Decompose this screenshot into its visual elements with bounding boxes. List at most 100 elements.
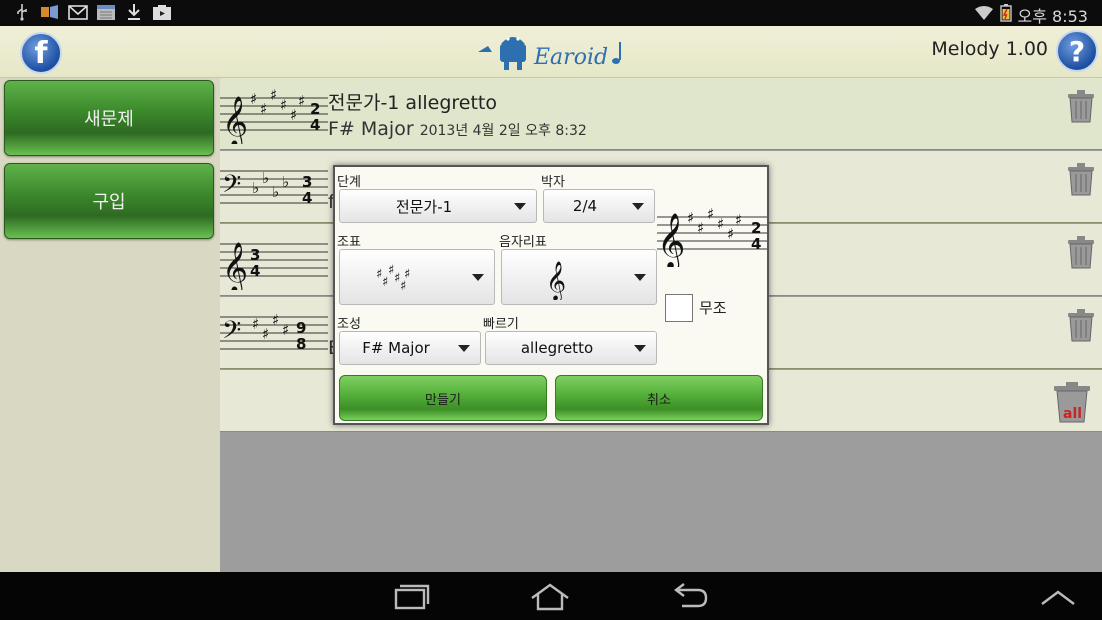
trash-icon[interactable] [1066, 161, 1096, 197]
tempo-value: allegretto [520, 339, 594, 357]
clef-label: 음자리표 [499, 235, 547, 250]
svg-text:Earoid: Earoid [533, 45, 608, 70]
staff-preview-icon: 𝄞 ♯♯♯♯♯♯ 2 4 [657, 205, 767, 267]
recent-apps-icon[interactable] [388, 582, 432, 612]
cancel-label: 취소 [647, 392, 671, 408]
svg-text:8: 8 [296, 335, 306, 353]
svg-text:♭: ♭ [262, 169, 269, 187]
download-icon [124, 3, 144, 21]
item-subtitle: F# Major 2013년 4월 2일 오후 8:32 [328, 118, 587, 140]
bass-staff-icon: 𝄢 ♭♭♭♭ 3 4 [220, 169, 328, 207]
tempo-dropdown[interactable]: allegretto [485, 331, 657, 365]
svg-text:♯: ♯ [735, 211, 742, 229]
time-signature-dropdown[interactable]: 2/4 [543, 189, 655, 223]
time-signature-value: 2/4 [572, 197, 598, 215]
list-empty-area [220, 432, 1102, 572]
svg-text:♯: ♯ [697, 219, 704, 237]
level-value: 전문가-1 [395, 197, 453, 216]
tempo-label: 빠르기 [483, 317, 519, 332]
help-icon: ? [1068, 34, 1086, 68]
svg-text:♯: ♯ [404, 267, 410, 282]
item-title: 전문가-1 allegretto [328, 92, 497, 114]
svg-text:♯: ♯ [687, 209, 694, 227]
status-left-icons [12, 3, 172, 21]
chevron-down-icon [634, 274, 646, 281]
chevron-down-icon [634, 345, 646, 352]
trash-icon[interactable] [1066, 307, 1096, 343]
battery-icon [999, 4, 1012, 26]
chevron-down-icon [458, 345, 470, 352]
tonality-label: 조성 [337, 317, 361, 332]
create-button[interactable]: 만들기 [339, 375, 547, 421]
facebook-button[interactable]: f [20, 32, 62, 74]
atonal-label: 무조 [699, 299, 727, 317]
svg-text:♯: ♯ [272, 311, 279, 329]
tonality-dropdown[interactable]: F# Major [339, 331, 481, 365]
chevron-down-icon [472, 274, 484, 281]
item-key: F# Major [328, 118, 414, 140]
svg-text:𝄞: 𝄞 [657, 213, 685, 267]
calendar-icon [96, 3, 116, 21]
tonality-value: F# Major [362, 339, 430, 357]
navigation-bar [0, 572, 1102, 620]
svg-text:♯: ♯ [298, 92, 305, 110]
sidebar: 새문제 구입 [0, 78, 220, 572]
new-problem-label: 새문제 [84, 109, 134, 130]
svg-text:4: 4 [302, 189, 312, 207]
app-version: Melody 1.00 [931, 38, 1048, 60]
svg-text:♭: ♭ [272, 183, 279, 201]
svg-text:𝄢: 𝄢 [222, 316, 241, 351]
key-signature-label: 조표 [337, 235, 361, 250]
facebook-icon: f [34, 35, 48, 71]
svg-text:4: 4 [250, 262, 260, 280]
list-item[interactable]: 𝄞 ♯ ♯ ♯ ♯ ♯ ♯ 2 4 전문가-1 allegretto F# Major 2… [220, 78, 1102, 150]
svg-text:♯: ♯ [707, 205, 714, 223]
video-icon [152, 3, 172, 21]
gmail-icon [68, 3, 88, 21]
item-date: 2013년 4월 2일 오후 8:32 [419, 123, 587, 139]
svg-text:♯: ♯ [280, 96, 287, 114]
svg-text:♯: ♯ [262, 325, 269, 343]
svg-text:♭: ♭ [282, 173, 289, 191]
home-icon[interactable] [528, 582, 572, 612]
cancel-button[interactable]: 취소 [555, 375, 763, 421]
clef-dropdown[interactable]: 𝄞 [501, 249, 657, 305]
new-problem-button[interactable]: 새문제 [4, 80, 214, 156]
chevron-up-icon[interactable] [1036, 582, 1080, 612]
help-button[interactable]: ? [1056, 30, 1098, 72]
usb-icon [12, 3, 32, 21]
svg-text:𝄞: 𝄞 [222, 242, 248, 290]
svg-text:all: all [1063, 406, 1082, 422]
status-right: 오후 8:53 [974, 3, 1088, 27]
chevron-down-icon [514, 203, 526, 210]
time-signature-label: 박자 [541, 175, 565, 190]
status-bar: 오후 8:53 [0, 0, 1102, 26]
svg-text:♯: ♯ [290, 106, 297, 124]
svg-text:♯: ♯ [250, 90, 257, 108]
status-time: 오후 8:53 [1017, 7, 1088, 26]
sharps-icon: ♯♯♯♯♯♯ [376, 264, 410, 292]
level-dropdown[interactable]: 전문가-1 [339, 189, 537, 223]
delete-all-icon[interactable]: all [1052, 380, 1092, 424]
svg-text:4: 4 [751, 235, 761, 253]
purchase-label: 구입 [92, 192, 126, 213]
svg-text:𝄞: 𝄞 [546, 261, 566, 300]
back-icon[interactable] [668, 582, 712, 612]
key-signature-dropdown[interactable]: ♯ ♯ ♯ ♯ ♯ ♯ [339, 249, 495, 305]
atonal-checkbox[interactable] [665, 294, 693, 322]
purchase-button[interactable]: 구입 [4, 163, 214, 239]
trash-icon[interactable] [1066, 88, 1096, 124]
bass-staff-icon: 𝄢 ♯♯♯♯ 9 8 [220, 311, 328, 353]
level-label: 단계 [337, 175, 361, 190]
chevron-down-icon [632, 203, 644, 210]
app-header: f Earoid Melody 1.00 ? [0, 26, 1102, 78]
svg-text:♯: ♯ [260, 100, 267, 118]
media-icon [40, 3, 60, 21]
trash-icon[interactable] [1066, 234, 1096, 270]
svg-text:♯: ♯ [727, 225, 734, 243]
wifi-icon [974, 4, 994, 26]
treble-staff-icon: 𝄞 ♯♯♯♯♯♯ 2 4 [220, 86, 328, 144]
app-logo: Earoid [478, 37, 621, 70]
android-logo-icon [478, 37, 526, 70]
svg-text:𝄢: 𝄢 [222, 170, 241, 205]
